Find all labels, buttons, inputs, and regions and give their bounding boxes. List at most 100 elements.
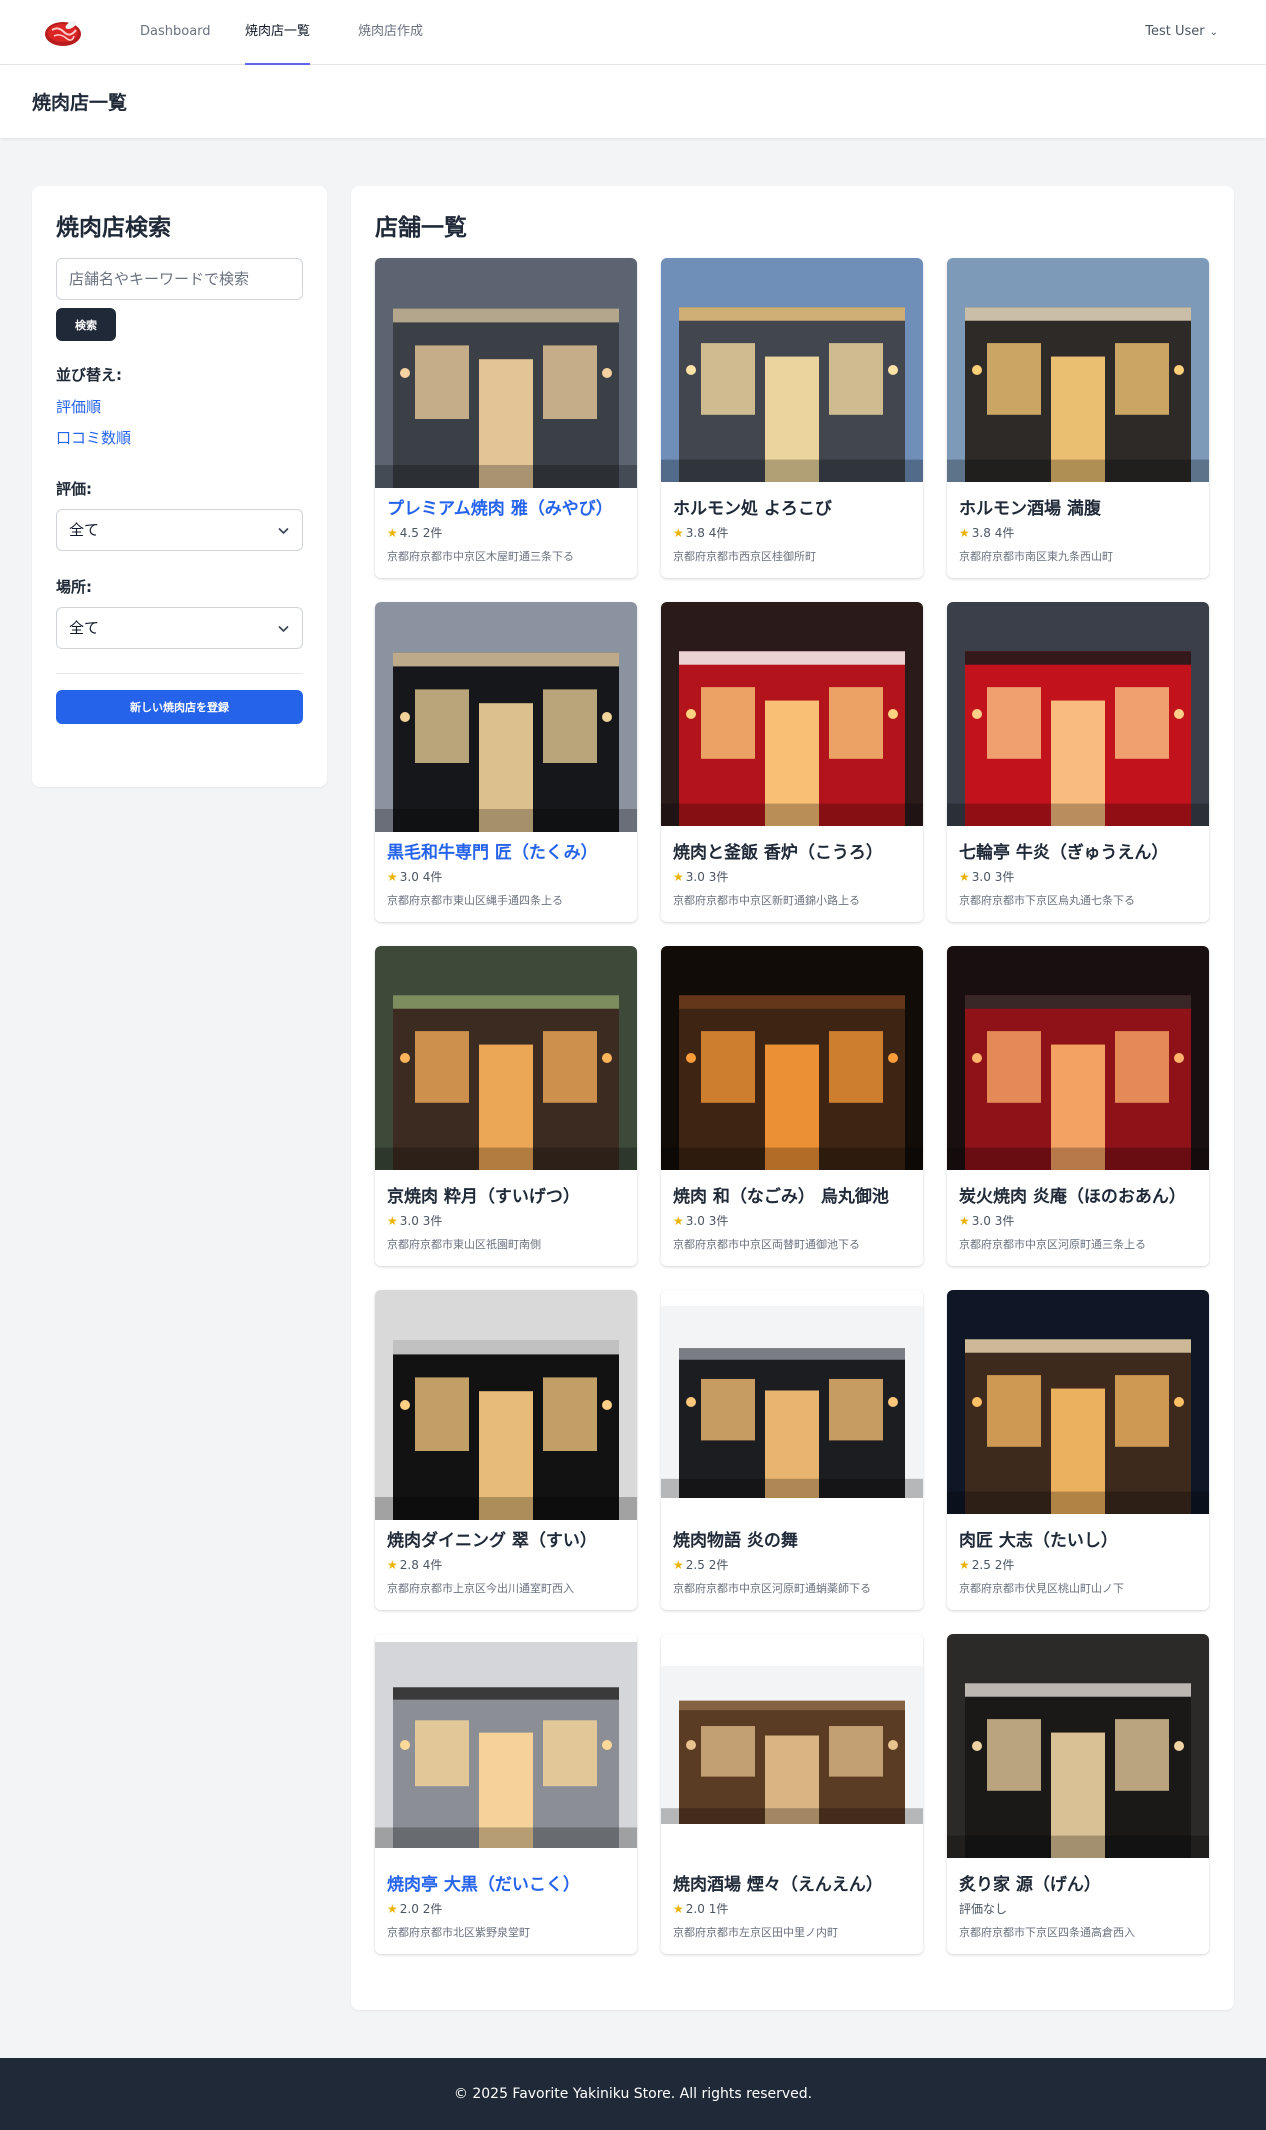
search-button[interactable]: 検索 (56, 308, 116, 341)
shop-address: 京都府京都市東山区縄手通四条上る (387, 894, 563, 907)
shop-photo[interactable] (375, 1290, 637, 1520)
nav-shop-list[interactable]: 焼肉店一覧 (245, 0, 311, 65)
shop-card[interactable]: 黒毛和牛専門 匠（たくみ） ★ 3.0 4件 京都府京都市東山区縄手通四条上る (375, 602, 637, 922)
shop-address: 京都府京都市伏見区桃山町山ノ下 (959, 1582, 1124, 1595)
shop-address: 京都府京都市下京区烏丸通七条下る (959, 894, 1135, 907)
shop-name[interactable]: プレミアム焼肉 雅（みやび） (387, 494, 613, 519)
shop-card[interactable]: プレミアム焼肉 雅（みやび） ★ 4.5 2件 京都府京都市中京区木屋町通三条下る (375, 258, 637, 578)
user-name: Test User (1145, 24, 1205, 39)
shop-card[interactable]: 焼肉 和（なごみ） 烏丸御池 ★ 3.0 3件 京都府京都市中京区両替町通御池下る (661, 946, 923, 1266)
shop-photo[interactable] (947, 602, 1209, 832)
shop-list-title: 店舗一覧 (375, 215, 467, 241)
star-icon: ★ (387, 526, 398, 540)
shop-address: 京都府京都市下京区四条通高倉西入 (959, 1926, 1135, 1939)
nav-dashboard[interactable]: Dashboard (140, 0, 211, 65)
shop-card[interactable]: 炙り家 源（げん） 評価なし京都府京都市下京区四条通高倉西入 (947, 1634, 1209, 1954)
sort-by-rating-link[interactable]: 評価順 (56, 396, 101, 417)
shop-rating: ★ 3.8 4件 (673, 524, 728, 541)
shop-card[interactable]: 焼肉ダイニング 翠（すい） ★ 2.8 4件京都府京都市上京区今出川通室町西入 (375, 1290, 637, 1610)
search-input[interactable] (56, 258, 303, 300)
shop-photo[interactable] (661, 1290, 923, 1520)
shop-card[interactable]: 炭火焼肉 炎庵（ほのおあん） ★ 3.0 3件 京都府京都市中京区河原町通三条上る (947, 946, 1209, 1266)
register-shop-button[interactable]: 新しい焼肉店を登録 (56, 690, 303, 724)
review-count: 2件 (422, 1902, 443, 1916)
shop-card[interactable]: 京焼肉 粋月（すいげつ） ★ 3.0 3件 京都府京都市東山区祇園町南側 (375, 946, 637, 1266)
shop-card[interactable]: 焼肉亭 大黒（だいこく） ★ 2.0 2件 京都府京都市北区紫野泉堂町 (375, 1634, 637, 1954)
chevron-down-icon (278, 625, 289, 633)
shop-photo[interactable] (947, 946, 1209, 1176)
shop-name[interactable]: ホルモン処 よろこび (673, 494, 832, 519)
shop-address: 京都府京都市北区紫野泉堂町 (387, 1926, 530, 1939)
location-filter-select[interactable]: 全て (56, 607, 303, 649)
rating-score: 3.8 (971, 526, 991, 540)
shop-card[interactable]: ホルモン酒場 満腹 ★ 3.8 4件 京都府京都市南区東九条西山町 (947, 258, 1209, 578)
shop-name[interactable]: 焼肉物語 炎の舞 (673, 1526, 798, 1551)
meat-logo-icon[interactable] (42, 14, 84, 50)
shop-address: 京都府京都市中京区河原町通三条上る (959, 1238, 1146, 1251)
search-sidebar: 焼肉店検索 検索 並び替え: 評価順 口コミ数順 評価: 全て 場所: 全て 新… (32, 186, 327, 787)
star-icon: ★ (387, 1214, 398, 1228)
user-menu[interactable]: Test User ⌄ (1145, 0, 1218, 65)
shop-address: 京都府京都市上京区今出川通室町西入 (387, 1582, 574, 1595)
shop-rating: ★ 3.0 3件 (673, 868, 728, 885)
shop-rating: ★ 2.8 4件 (387, 1556, 442, 1573)
review-count: 4件 (422, 1558, 443, 1572)
review-count: 4件 (994, 526, 1015, 540)
shop-photo[interactable] (661, 602, 923, 832)
rating-filter-label: 評価: (56, 480, 92, 498)
shop-photo[interactable] (661, 946, 923, 1176)
rating-score: 3.0 (685, 1214, 705, 1228)
shop-card[interactable]: 焼肉酒場 煙々（えんえん） ★ 2.0 1件 京都府京都市左京区田中里ノ内町 (661, 1634, 923, 1954)
shop-card[interactable]: ホルモン処 よろこび ★ 3.8 4件 京都府京都市西京区桂御所町 (661, 258, 923, 578)
shop-photo[interactable] (375, 258, 637, 488)
shop-name[interactable]: 焼肉 和（なごみ） 烏丸御池 (673, 1182, 889, 1207)
shop-address: 京都府京都市左京区田中里ノ内町 (673, 1926, 838, 1939)
shop-name[interactable]: 焼肉酒場 煙々（えんえん） (673, 1870, 883, 1895)
location-filter-label: 場所: (56, 578, 92, 596)
shop-photo[interactable] (375, 1634, 637, 1864)
shop-name[interactable]: 七輪亭 牛炎（ぎゅうえん） (959, 838, 1168, 863)
shop-name[interactable]: 炭火焼肉 炎庵（ほのおあん） (959, 1182, 1186, 1207)
shop-name[interactable]: 炙り家 源（げん） (959, 1870, 1101, 1895)
page-title: 焼肉店一覧 (32, 92, 128, 114)
nav-shop-create[interactable]: 焼肉店作成 (358, 0, 423, 65)
shop-name[interactable]: 黒毛和牛専門 匠（たくみ） (387, 838, 598, 863)
shop-photo[interactable] (375, 946, 637, 1176)
shop-photo[interactable] (661, 258, 923, 488)
sort-by-reviews-link[interactable]: 口コミ数順 (56, 427, 131, 448)
rating-score: 2.0 (399, 1902, 419, 1916)
rating-score: 3.0 (971, 1214, 991, 1228)
shop-rating: ★ 3.0 3件 (959, 868, 1014, 885)
shop-card[interactable]: 焼肉物語 炎の舞 ★ 2.5 2件 京都府京都市中京区河原町通蛸薬師下る (661, 1290, 923, 1610)
shop-name[interactable]: 肉匠 大志（たいし） (959, 1526, 1118, 1551)
shop-photo[interactable] (947, 258, 1209, 488)
shop-name[interactable]: 焼肉と釜飯 香炉（こうろ） (673, 838, 883, 863)
shop-photo[interactable] (947, 1290, 1209, 1520)
star-icon: ★ (673, 1902, 684, 1916)
shop-list-panel: 店舗一覧 プレミアム焼肉 雅（みやび） ★ 4.5 2件 京都府京都市中京区木屋町通三… (351, 186, 1234, 2010)
star-icon: ★ (387, 1558, 398, 1572)
shop-card[interactable]: 焼肉と釜飯 香炉（こうろ） ★ 3.0 3件 京都府京都市中京区新町通錦小路上る (661, 602, 923, 922)
shop-card[interactable]: 肉匠 大志（たいし） ★ 2.5 2件 京都府京都市伏見区桃山町山ノ下 (947, 1290, 1209, 1610)
star-icon: ★ (673, 1214, 684, 1228)
shop-name[interactable]: 焼肉ダイニング 翠（すい） (387, 1526, 597, 1551)
rating-score: 3.0 (685, 870, 705, 884)
rating-filter-select[interactable]: 全て (56, 509, 303, 551)
shop-photo[interactable] (947, 1634, 1209, 1864)
review-count: 2件 (422, 526, 443, 540)
rating-score: 3.0 (399, 1214, 419, 1228)
shop-rating: ★ 3.8 4件 (959, 524, 1014, 541)
shop-rating: ★ 3.0 3件 (673, 1212, 728, 1229)
shop-name[interactable]: ホルモン酒場 満腹 (959, 494, 1101, 519)
review-count: 4件 (422, 870, 443, 884)
no-rating-text: 評価なし (959, 1902, 1008, 1916)
shop-photo[interactable] (375, 602, 637, 832)
shop-address: 京都府京都市中京区木屋町通三条下る (387, 550, 574, 563)
shop-card[interactable]: 七輪亭 牛炎（ぎゅうえん） ★ 3.0 3件京都府京都市下京区烏丸通七条下る (947, 602, 1209, 922)
shop-name[interactable]: 京焼肉 粋月（すいげつ） (387, 1182, 580, 1207)
star-icon: ★ (959, 526, 970, 540)
sidebar-divider (56, 673, 303, 674)
shop-name[interactable]: 焼肉亭 大黒（だいこく） (387, 1870, 580, 1895)
shop-photo[interactable] (661, 1634, 923, 1864)
review-count: 1件 (708, 1902, 729, 1916)
